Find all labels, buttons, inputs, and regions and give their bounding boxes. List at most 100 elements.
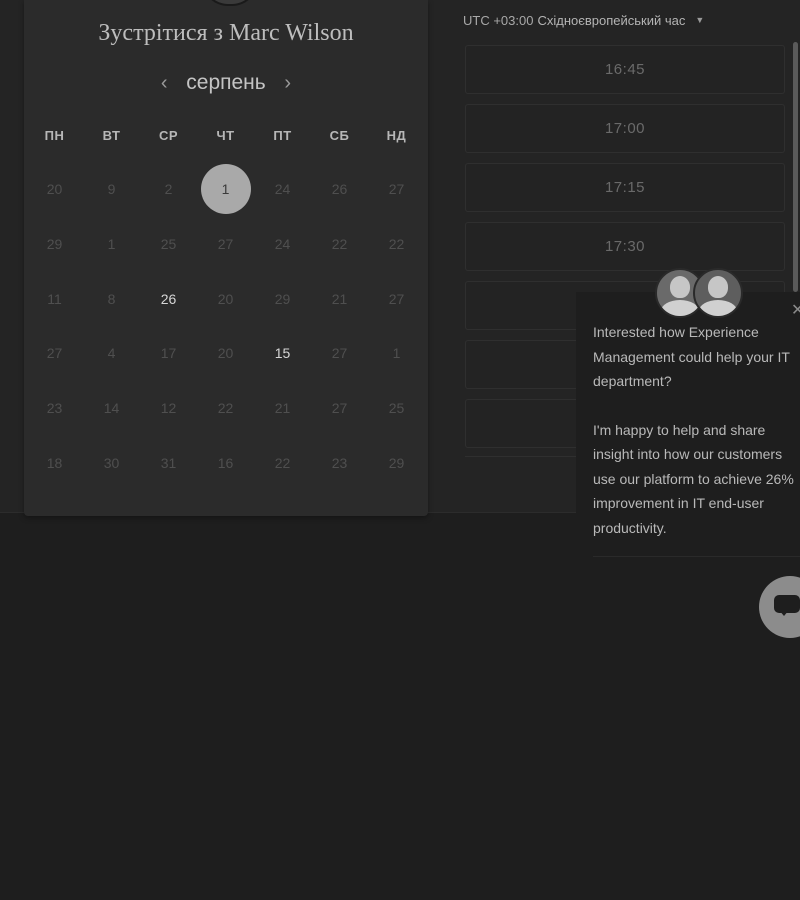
calendar-day[interactable]: 29 [254, 271, 311, 326]
weekday-label: СБ [329, 128, 350, 143]
calendar-day-number: 24 [274, 181, 291, 198]
calendar-day[interactable]: 8 [83, 271, 140, 326]
calendar-day[interactable]: 1 [368, 326, 425, 381]
calendar-day[interactable]: 1 [83, 217, 140, 272]
calendar-day[interactable]: 11 [26, 271, 83, 326]
calendar-day[interactable]: 21 [254, 381, 311, 436]
weekday-label: ЧТ [216, 128, 235, 143]
calendar-day[interactable]: 26 [140, 271, 197, 326]
calendar-day[interactable]: 22 [311, 217, 368, 272]
calendar-day[interactable]: 18 [26, 435, 83, 490]
calendar-day-number: 27 [388, 290, 405, 307]
chat-message-paragraph: Interested how Experience Management cou… [593, 324, 790, 389]
calendar-day[interactable]: 17 [140, 326, 197, 381]
calendar-day-number: 21 [331, 290, 348, 307]
weekday-header: ПН ВТ СР ЧТ ПТ СБ НД [26, 128, 426, 143]
caret-down-icon: ▼ [695, 15, 705, 25]
scrollbar[interactable] [793, 42, 798, 292]
calendar-day[interactable]: 23 [26, 381, 83, 436]
time-slot-button[interactable]: 17:30 [465, 222, 785, 271]
calendar-day[interactable]: 27 [26, 326, 83, 381]
calendar-day[interactable]: 22 [254, 435, 311, 490]
calendar-day[interactable]: 27 [197, 217, 254, 272]
calendar-day[interactable]: 27 [311, 326, 368, 381]
chat-message: Interested how Experience Management cou… [593, 320, 800, 540]
calendar-day[interactable]: 30 [83, 435, 140, 490]
calendar-day-number: 31 [160, 454, 177, 471]
calendar-day-number: 15 [274, 345, 291, 362]
calendar-day[interactable]: 20 [197, 271, 254, 326]
calendar-day-number: 26 [331, 181, 348, 198]
calendar-day[interactable]: 4 [83, 326, 140, 381]
calendar-day[interactable]: 29 [26, 217, 83, 272]
timezone-selector[interactable]: UTC +03:00 Східноєвропейський час ▼ [463, 11, 704, 29]
calendar-day[interactable]: 31 [140, 435, 197, 490]
month-navigation: ‹ серпень › [24, 68, 428, 98]
calendar-day-number: 29 [388, 454, 405, 471]
chevron-right-icon[interactable]: › [280, 72, 296, 95]
calendar-day[interactable]: 14 [83, 381, 140, 436]
time-slot-button[interactable]: 17:00 [465, 104, 785, 153]
calendar-day[interactable]: 12 [140, 381, 197, 436]
calendar-day[interactable]: 24 [254, 217, 311, 272]
calendar-day[interactable]: 2 [140, 162, 197, 217]
calendar-day-number: 29 [46, 236, 63, 253]
chat-launcher-button[interactable] [759, 576, 800, 638]
calendar-day[interactable]: 20 [26, 162, 83, 217]
meeting-title: Зустрітися з Marc Wilson [98, 20, 354, 46]
time-slot-button[interactable]: 17:15 [465, 163, 785, 212]
calendar-day-number: 26 [160, 290, 177, 307]
weekday-label: ПН [44, 128, 65, 143]
calendar-day[interactable]: 24 [254, 162, 311, 217]
chevron-left-icon[interactable]: ‹ [156, 72, 172, 95]
calendar-day-number: 1 [392, 345, 401, 362]
calendar-day-number: 27 [217, 236, 234, 253]
calendar-day[interactable]: 15 [254, 326, 311, 381]
calendar-day[interactable]: 21 [311, 271, 368, 326]
calendar-day-number: 22 [388, 236, 405, 253]
calendar-day[interactable]: 26 [311, 162, 368, 217]
calendar-day-number: 22 [217, 400, 234, 417]
calendar-day-number: 27 [331, 345, 348, 362]
calendar-day[interactable]: 22 [197, 381, 254, 436]
calendar-day[interactable]: 16 [197, 435, 254, 490]
calendar-day[interactable]: 22 [368, 217, 425, 272]
chat-divider [593, 556, 800, 557]
calendar-day-number: 17 [160, 345, 177, 362]
calendar-day[interactable]: 27 [368, 271, 425, 326]
time-slot-button[interactable]: 16:45 [465, 45, 785, 94]
calendar-day-number: 1 [107, 236, 116, 253]
calendar-day-number: 22 [274, 454, 291, 471]
calendar-day[interactable]: 29 [368, 435, 425, 490]
calendar-day-number: 20 [217, 345, 234, 362]
calendar-day-number: 22 [331, 236, 348, 253]
weekday-label: НД [386, 128, 407, 143]
close-icon[interactable]: ✕ [791, 300, 800, 320]
weekday-label: ПТ [273, 128, 292, 143]
calendar-day[interactable]: 27 [368, 162, 425, 217]
calendar-card: Зустрітися з Marc Wilson ‹ серпень › ПН В… [24, 0, 428, 516]
weekday-label: СР [158, 128, 179, 143]
calendar-day-number: 9 [107, 181, 116, 198]
agent-avatar [693, 268, 743, 318]
calendar-day-number: 29 [274, 290, 291, 307]
calendar-day-number: 27 [331, 400, 348, 417]
calendar-day[interactable]: 20 [197, 326, 254, 381]
calendar-day-number: 20 [46, 181, 63, 198]
timezone-name: Східноєвропейський час [537, 12, 686, 28]
calendar-grid: 20 9 2 1 24 26 27 29 1 25 27 24 22 22 11 8 26 20 29 21 27 27 4… [26, 162, 426, 490]
calendar-day-number: 27 [46, 345, 63, 362]
calendar-day-number: 25 [388, 400, 405, 417]
calendar-day[interactable]: 27 [311, 381, 368, 436]
calendar-day-number: 20 [217, 290, 234, 307]
month-label: серпень [186, 71, 266, 94]
calendar-day[interactable]: 25 [368, 381, 425, 436]
calendar-day-number: 30 [103, 454, 120, 471]
calendar-day-selected[interactable]: 1 [197, 162, 254, 217]
calendar-day[interactable]: 25 [140, 217, 197, 272]
calendar-day-number: 18 [46, 454, 63, 471]
weekday-label: ВТ [102, 128, 121, 143]
calendar-day-number: 4 [107, 345, 116, 362]
calendar-day[interactable]: 9 [83, 162, 140, 217]
calendar-day[interactable]: 23 [311, 435, 368, 490]
